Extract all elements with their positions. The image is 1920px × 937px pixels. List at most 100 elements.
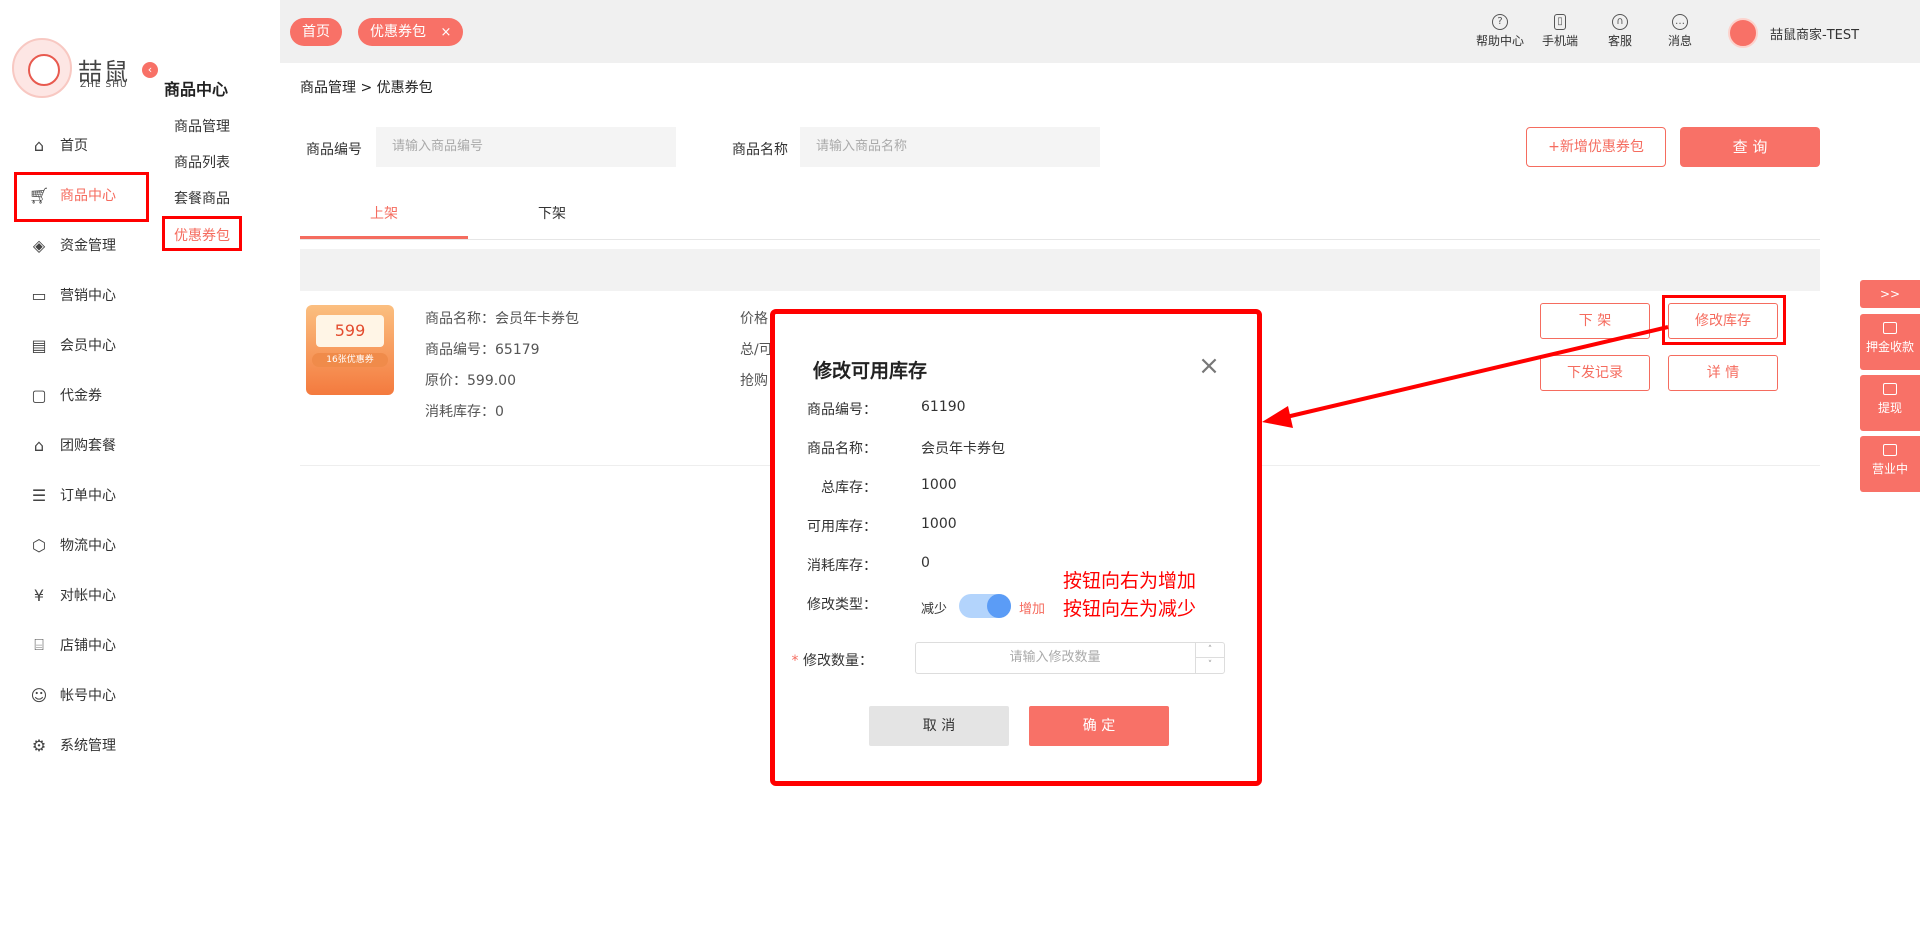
shop-icon [1883,444,1897,456]
tab-off-shelf[interactable]: 下架 [468,203,636,239]
query-button[interactable]: 查 询 [1680,127,1820,167]
tab-divider [300,239,1820,240]
settings-icon: ⚙ [31,735,47,755]
float-toggle-button[interactable]: >> [1860,280,1920,308]
product-name: 商品名称：会员年卡券包 [425,311,579,327]
group-buy-icon: ⌂ [33,435,45,455]
subnav-title: 商品中心 [164,80,229,99]
sub-sidebar: 商品中心 商品管理 商品列表 套餐商品 优惠券包 [150,0,280,937]
chevron-down-icon[interactable]: ˅ [1196,658,1224,673]
qty-stepper[interactable]: ˄ ˅ [1195,643,1224,673]
deposit-button[interactable]: 押金收款 [1860,314,1920,370]
field-label-name: 商品名称： [807,441,877,457]
layers-icon: ◈ [32,235,46,255]
coupon-pack-image: 599 16张优惠券 [306,305,394,395]
field-value-name: 会员年卡券包 [921,441,1005,457]
mobile-button[interactable]: ▯ 手机端 [1530,14,1590,49]
subnav-highlight-box [162,216,242,251]
vip-card-icon: ▤ [31,335,47,355]
breadcrumb: 商品管理 > 优惠券包 [300,80,433,96]
type-label: 修改类型： [807,597,877,613]
nav-item-logistics[interactable]: ⬡ 物流中心 [28,533,116,557]
customer-service-button[interactable]: ∩ 客服 [1590,14,1650,49]
withdraw-button[interactable]: 提现 [1860,375,1920,431]
home-icon: ⌂ [33,135,45,155]
field-label-total: 总库存： [821,480,877,496]
code-input[interactable]: 请输入商品编号 [376,127,676,167]
type-toggle[interactable] [959,594,1011,618]
logo-mascot-icon [12,38,72,98]
field-value-code: 61190 [921,399,966,415]
close-tab-icon[interactable]: × [440,25,451,40]
nav-item-store[interactable]: ⌸ 店铺中心 [28,633,116,657]
user-icon: ☺ [30,685,48,705]
brand-logo: 喆鼠 ZHE SHU [12,38,152,98]
qty-input[interactable]: 请输入修改数量 [915,642,1225,674]
subnav-item-product-list[interactable]: 商品列表 [174,152,230,172]
name-label: 商品名称 [732,142,788,158]
list-header [300,249,1820,291]
message-icon: … [1672,14,1688,30]
top-bar: 首页 优惠券包 × ? 帮助中心 ▯ 手机端 ∩ 客服 … 消息 [280,0,1920,63]
tab-on-shelf[interactable]: 上架 [300,203,468,239]
subnav-item-combo[interactable]: 套餐商品 [174,188,230,208]
type-decrease-label: 减少 [921,602,948,617]
card-icon [1883,322,1897,334]
subnav-item-product-mgmt[interactable]: 商品管理 [174,116,230,136]
yen-icon: ¥ [33,585,45,605]
headset-icon: ∩ [1612,14,1628,30]
field-label-available: 可用库存： [807,519,877,535]
annotation-line-1: 按钮向右为增加 [1063,570,1197,592]
phone-icon: ▯ [1554,14,1566,30]
field-value-consumed: 0 [921,555,930,571]
offshelf-button[interactable]: 下 架 [1540,303,1650,339]
chevron-left-icon: ‹ [147,63,153,76]
detail-button[interactable]: 详 情 [1668,355,1778,391]
nav-item-group-buy[interactable]: ⌂ 团购套餐 [28,433,116,457]
tab-coupon-pack[interactable]: 优惠券包 × [358,18,464,46]
nav-item-members[interactable]: ▤ 会员中心 [28,333,116,357]
field-label-consumed: 消耗库存： [807,558,877,574]
nav-item-orders[interactable]: ☰ 订单中心 [28,483,116,507]
nav-item-funds[interactable]: ◈ 资金管理 [28,233,116,257]
chevron-up-icon[interactable]: ˄ [1196,643,1224,658]
qty-label: * 修改数量： [791,653,873,669]
cancel-button[interactable]: 取 消 [869,706,1009,746]
nav-highlight-box [14,172,149,222]
business-status-button[interactable]: 营业中 [1860,436,1920,492]
voucher-icon: ▢ [31,385,47,405]
price-label: 价格 [740,311,768,327]
messages-button[interactable]: … 消息 [1650,14,1710,49]
order-icon: ☰ [31,485,47,505]
product-code: 商品编号：65179 [425,342,540,358]
name-input[interactable]: 请输入商品名称 [800,127,1100,167]
close-icon[interactable]: × [1197,353,1221,379]
nav-item-home[interactable]: ⌂ 首页 [28,133,88,157]
edit-stock-modal: 修改可用库存 × 商品编号： 61190 商品名称： 会员年卡券包 总库存： 1… [770,309,1262,786]
toggle-knob[interactable] [987,594,1011,618]
original-price: 原价：599.00 [425,373,516,389]
flash-label: 抢购 [740,373,768,389]
confirm-button[interactable]: 确 定 [1029,706,1169,746]
annotation-line-2: 按钮向左为减少 [1063,598,1197,620]
box-icon: ⬡ [32,535,46,555]
collapse-sidebar-button[interactable]: ‹ [142,62,158,78]
add-coupon-pack-button[interactable]: +新增优惠券包 [1526,127,1666,167]
help-center-button[interactable]: ? 帮助中心 [1470,14,1530,49]
nav-item-reconcile[interactable]: ¥ 对帐中心 [28,583,116,607]
username[interactable]: 喆鼠商家-TEST [1770,24,1859,43]
store-icon: ⌸ [34,635,44,654]
field-value-total: 1000 [921,477,957,493]
avatar[interactable] [1728,18,1758,48]
nav-item-marketing[interactable]: ▭ 营销中心 [28,283,116,307]
brand-sub: ZHE SHU [80,80,128,90]
field-label-code: 商品编号： [807,402,877,418]
tab-home[interactable]: 首页 [290,18,342,46]
consumed-stock: 消耗库存：0 [425,404,504,420]
nav-item-account[interactable]: ☺ 帐号中心 [28,683,116,707]
help-icon: ? [1492,14,1508,30]
nav-item-system[interactable]: ⚙ 系统管理 [28,733,116,757]
withdraw-icon [1883,383,1897,395]
nav-item-vouchers[interactable]: ▢ 代金券 [28,383,102,407]
issue-records-button[interactable]: 下发记录 [1540,355,1650,391]
